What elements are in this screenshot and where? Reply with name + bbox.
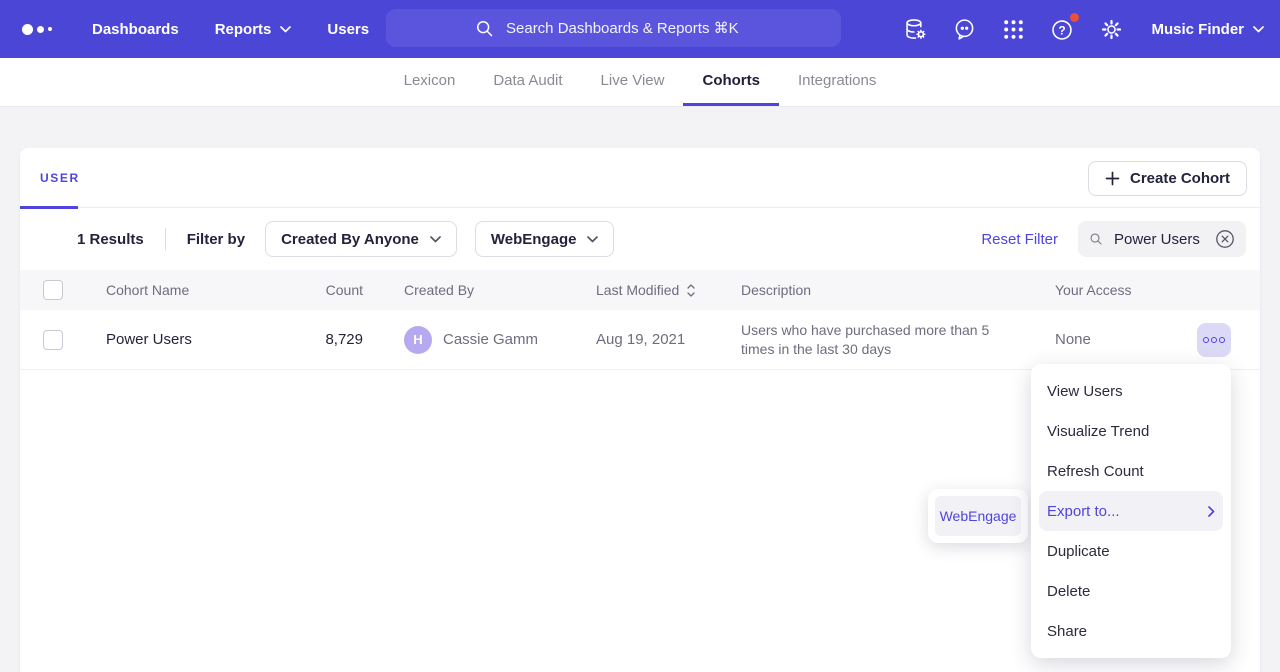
project-switcher[interactable]: Music Finder [1151,21,1264,38]
tab-integrations[interactable]: Integrations [779,58,895,106]
nav-item-dashboards[interactable]: Dashboards [74,13,197,46]
menu-item-label: View Users [1047,383,1123,400]
tab-cohorts[interactable]: Cohorts [683,58,779,106]
nav-item-users[interactable]: Users [309,13,387,46]
chevron-down-icon [587,236,598,243]
create-cohort-button[interactable]: Create Cohort [1088,161,1247,196]
nav-links: Dashboards Reports Users [74,13,387,46]
nav-item-label: Dashboards [92,21,179,38]
app-logo[interactable] [22,24,52,35]
cohort-search-input[interactable] [1112,230,1206,249]
menu-item-delete[interactable]: Delete [1039,571,1223,611]
menu-item-label: Visualize Trend [1047,423,1149,440]
top-navbar: Dashboards Reports Users [0,0,1280,58]
active-tab-underline [20,206,78,209]
column-cohort-name: Cohort Name [106,282,250,298]
row-checkbox[interactable] [43,330,63,350]
menu-item-label: Refresh Count [1047,463,1144,480]
export-submenu: WebEngage [928,489,1028,543]
row-more-actions-button[interactable] [1197,323,1231,357]
column-description: Description [721,282,1035,298]
tab-data-audit[interactable]: Data Audit [474,58,581,106]
more-dots-icon [1211,337,1217,343]
row-context-menu: View Users Visualize Trend Refresh Count… [1031,364,1231,658]
card-header: USER Create Cohort [20,148,1260,208]
global-search-input[interactable] [504,19,752,38]
filter-bar: 1 Results Filter by Created By Anyone We… [20,208,1260,270]
tab-label: Lexicon [404,72,456,89]
menu-item-visualize-trend[interactable]: Visualize Trend [1039,411,1223,451]
tab-label: Cohorts [702,72,760,89]
chevron-down-icon [430,236,441,243]
results-count: 1 Results [77,231,144,248]
global-search[interactable] [386,9,841,47]
cohort-search-box[interactable] [1078,221,1246,257]
clear-search-icon[interactable] [1215,229,1235,249]
data-management-icon[interactable] [902,16,928,42]
submenu-item-webengage[interactable]: WebEngage [935,496,1021,536]
apps-grid-icon[interactable] [1000,16,1026,42]
cohort-name[interactable]: Power Users [106,331,250,348]
last-modified-date: Aug 19, 2021 [576,331,721,348]
dropdown-value: WebEngage [491,231,577,248]
menu-item-refresh-count[interactable]: Refresh Count [1039,451,1223,491]
settings-gear-icon[interactable] [1098,16,1124,42]
tab-lexicon[interactable]: Lexicon [385,58,475,106]
dropdown-value: Created By Anyone [281,231,419,248]
menu-item-duplicate[interactable]: Duplicate [1039,531,1223,571]
your-access-value: None [1035,331,1197,348]
webengage-filter-dropdown[interactable]: WebEngage [475,221,615,257]
nav-right-actions: ? Music Finder [902,0,1264,58]
menu-item-label: Export to... [1047,503,1120,520]
chevron-down-icon [1253,26,1264,33]
column-created-by: Created By [363,282,576,298]
chevron-down-icon [280,26,291,33]
cohort-description: Users who have purchased more than 5 tim… [721,321,1035,359]
feedback-icon[interactable] [951,16,977,42]
menu-item-label: Duplicate [1047,543,1110,560]
menu-item-label: Delete [1047,583,1090,600]
create-cohort-label: Create Cohort [1130,170,1230,187]
chevron-right-icon [1208,506,1215,517]
filter-by-label: Filter by [187,231,245,248]
menu-item-export-to[interactable]: Export to... [1039,491,1223,531]
column-count: Count [250,282,363,298]
svg-text:?: ? [1058,23,1065,37]
more-dots-icon [1219,337,1225,343]
tab-label: Live View [601,72,665,89]
section-tabs: Lexicon Data Audit Live View Cohorts Int… [0,58,1280,107]
reset-filter-link[interactable]: Reset Filter [981,231,1058,248]
created-by-name: Cassie Gamm [443,331,538,348]
menu-item-view-users[interactable]: View Users [1039,371,1223,411]
cohort-table-row[interactable]: Power Users 8,729 H Cassie Gamm Aug 19, … [20,310,1260,370]
more-dots-icon [1203,337,1209,343]
created-by-filter-dropdown[interactable]: Created By Anyone [265,221,457,257]
column-last-modified: Last Modified [596,282,679,298]
plus-icon [1105,171,1120,186]
menu-item-share[interactable]: Share [1039,611,1223,651]
tab-label: Data Audit [493,72,562,89]
select-all-checkbox[interactable] [43,280,63,300]
divider [165,228,166,250]
search-icon [475,19,494,38]
search-icon [1089,230,1103,248]
user-section-tab[interactable]: USER [40,171,80,185]
nav-item-reports[interactable]: Reports [197,13,310,46]
table-header: Cohort Name Count Created By Last Modifi… [20,270,1260,310]
project-name: Music Finder [1151,21,1244,38]
nav-item-label: Users [327,21,369,38]
column-last-modified-sort[interactable]: Last Modified [596,282,695,298]
sort-icon [687,284,695,297]
help-icon[interactable]: ? [1049,16,1075,42]
tab-live-view[interactable]: Live View [582,58,684,106]
column-your-access: Your Access [1035,282,1197,298]
nav-item-label: Reports [215,21,272,38]
notification-badge [1070,13,1079,22]
avatar: H [404,326,432,354]
menu-item-label: Share [1047,623,1087,640]
tab-label: Integrations [798,72,876,89]
cohort-count: 8,729 [250,331,363,348]
